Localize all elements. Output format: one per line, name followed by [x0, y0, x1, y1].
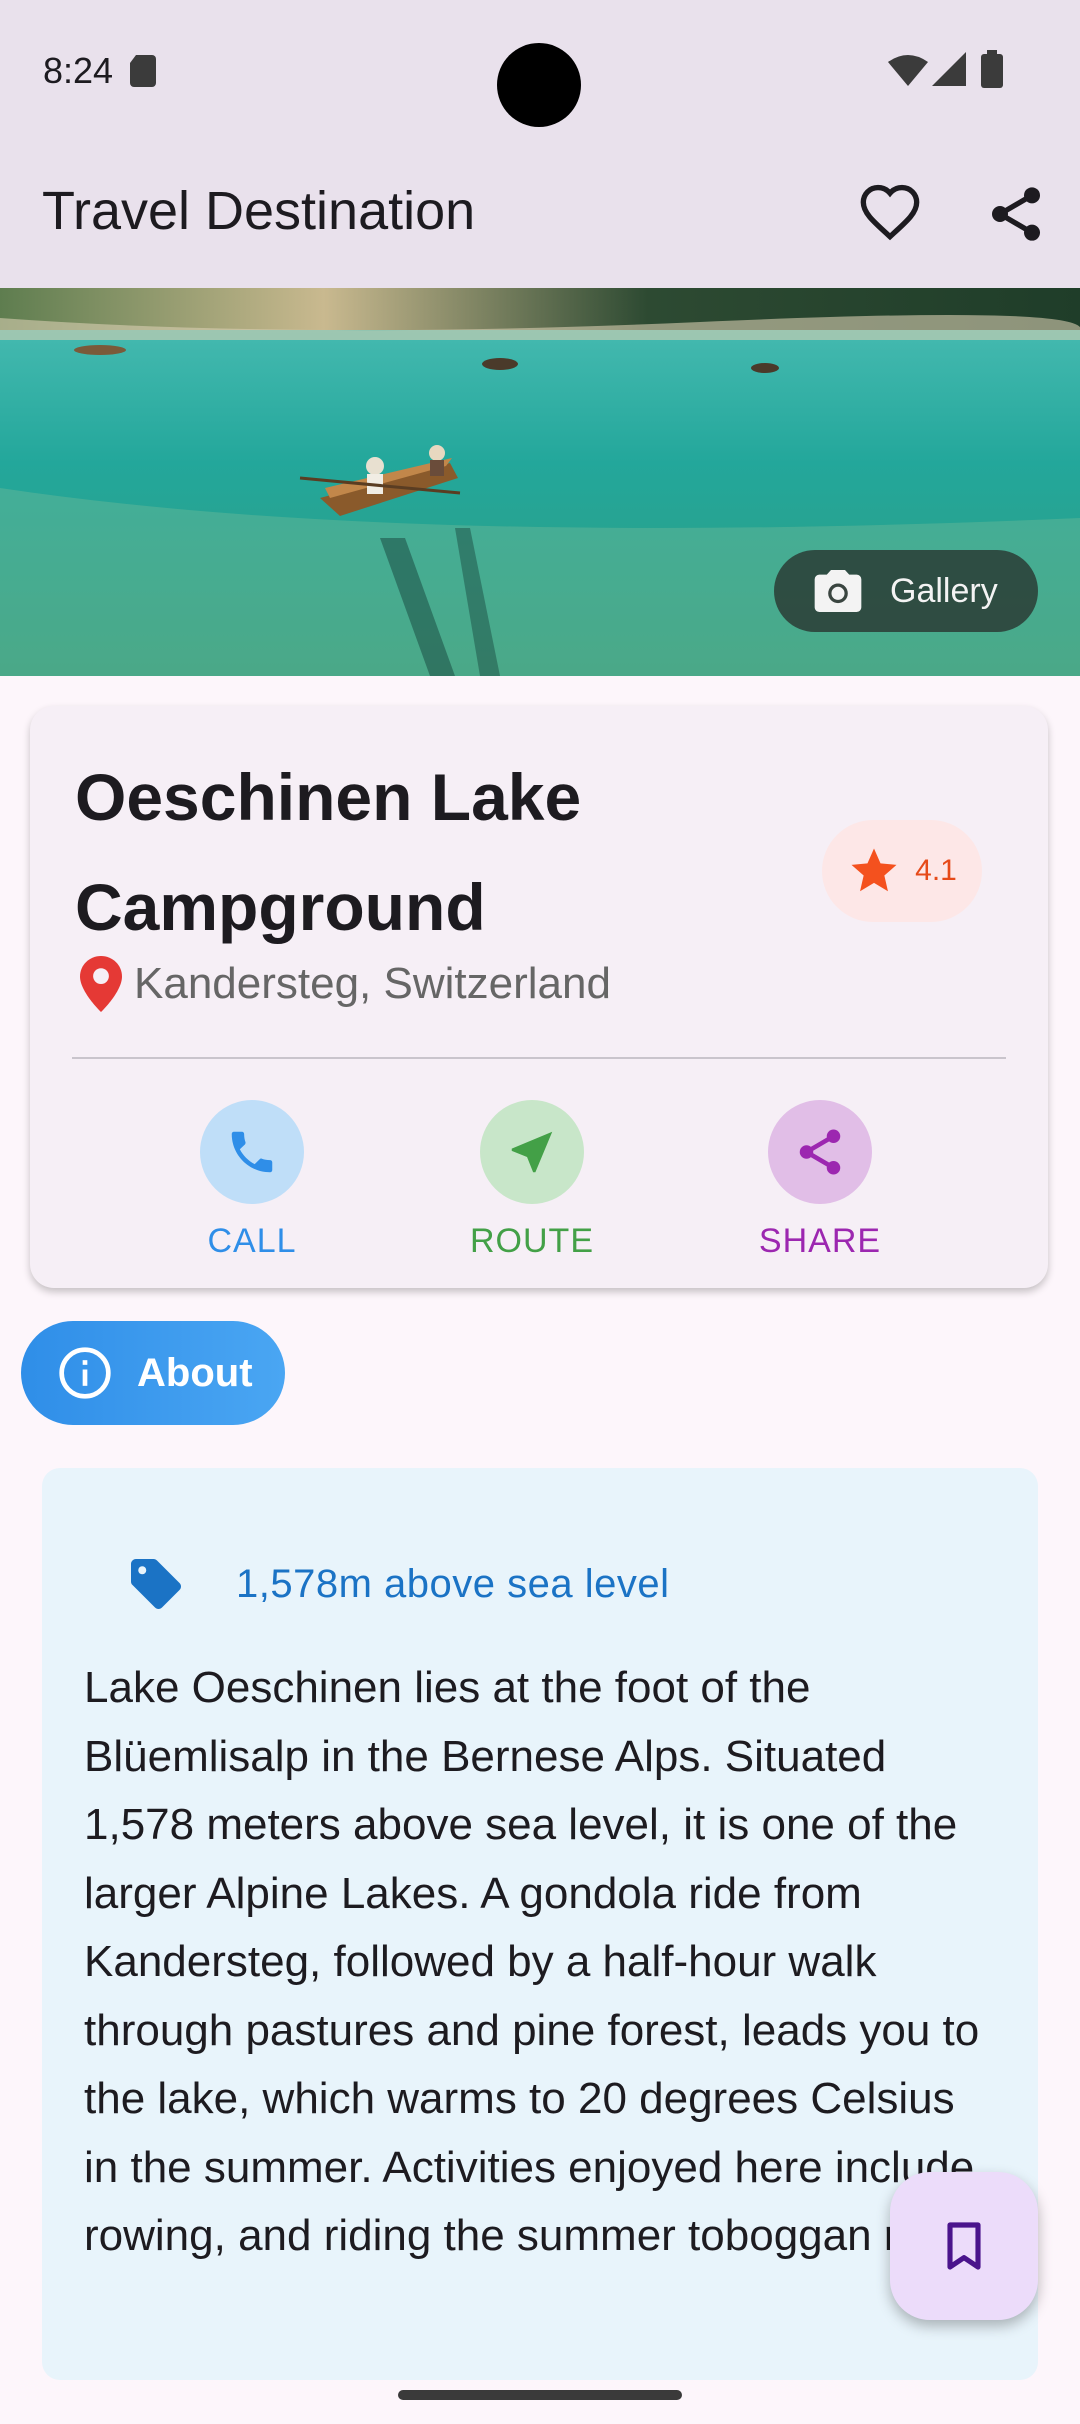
battery-icon	[981, 50, 1003, 88]
app-bar: Travel Destination	[0, 140, 1080, 288]
bookmark-icon	[947, 2222, 981, 2270]
rating-value: 4.1	[915, 854, 957, 887]
tab-about[interactable]: About	[21, 1321, 285, 1425]
page-title: Travel Destination	[42, 181, 476, 241]
status-bar: 8:24	[0, 0, 1080, 140]
hero-image: Gallery	[0, 288, 1080, 676]
tag-icon	[131, 1559, 181, 1609]
signal-icon	[932, 52, 966, 86]
destination-name: Oeschinen Lake Campground	[75, 760, 582, 944]
rating-badge: 4.1	[822, 820, 982, 922]
call-label: CALL	[207, 1222, 297, 1260]
navigation-icon	[511, 1131, 553, 1173]
gallery-label: Gallery	[890, 571, 998, 610]
location-text: Kandersteg, Switzerland	[134, 959, 611, 1008]
phone-icon	[231, 1131, 273, 1173]
elevation-row: 1,578m above sea level	[126, 1554, 670, 1614]
location-pin-icon	[80, 956, 122, 1012]
share-icon[interactable]	[984, 182, 1048, 246]
sd-card-icon	[130, 55, 156, 87]
share-circle	[768, 1100, 872, 1204]
info-icon	[59, 1347, 111, 1399]
share-label: SHARE	[758, 1222, 882, 1260]
call-button[interactable]: CALL	[152, 1100, 352, 1261]
elevation-text: 1,578m above sea level	[236, 1561, 670, 1606]
favorite-outline-icon[interactable]	[858, 182, 922, 246]
share-icon	[799, 1129, 841, 1175]
route-circle	[480, 1100, 584, 1204]
front-camera	[497, 43, 581, 127]
description: Lake Oeschinen lies at the foot of the B…	[84, 1663, 980, 2260]
call-circle	[200, 1100, 304, 1204]
home-indicator[interactable]	[398, 2390, 682, 2400]
divider	[72, 1057, 1006, 1059]
wifi-icon	[888, 55, 928, 86]
star-icon	[851, 848, 897, 892]
about-label: About	[137, 1350, 253, 1395]
share-button[interactable]: SHARE	[720, 1100, 920, 1261]
camera-icon	[814, 570, 862, 612]
bookmark-button[interactable]	[890, 2172, 1038, 2320]
route-button[interactable]: ROUTE	[432, 1100, 632, 1261]
about-section: 1,578m above sea level Lake Oeschinen li…	[42, 1468, 1038, 2380]
status-time: 8:24	[43, 50, 114, 91]
gallery-button[interactable]: Gallery	[774, 550, 1038, 632]
destination-card: Oeschinen Lake Campground 4.1 Kandersteg…	[30, 706, 1048, 1288]
route-label: ROUTE	[470, 1222, 594, 1260]
location: Kandersteg, Switzerland	[80, 956, 611, 1012]
